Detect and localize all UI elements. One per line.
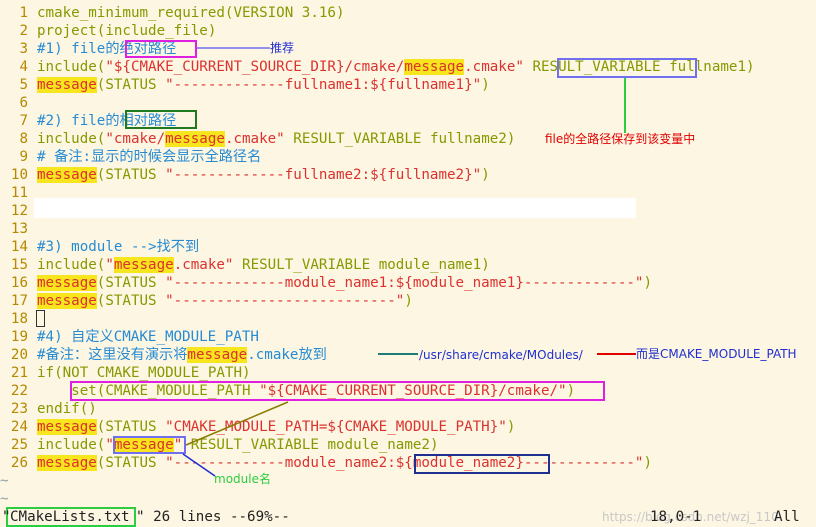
set-to-message-line	[185, 401, 289, 446]
annot-saved-to-var: file的全路径保存到该变量中	[545, 132, 696, 146]
status-position: 18,0-1	[650, 509, 702, 525]
annot-instead-module-path: 而是CMAKE_MODULE_PATH	[636, 347, 797, 361]
status-filename: CMakeLists.txt	[10, 509, 130, 525]
status-scroll: All	[774, 509, 800, 525]
annot-module-name: module名	[214, 472, 271, 486]
status-info: " 26 lines --69%--	[136, 509, 290, 525]
annot-recommended: 推荐	[270, 41, 295, 55]
module-name-line	[182, 453, 216, 477]
vim-status-line: " CMakeLists.txt " 26 lines --69%-- http…	[0, 507, 816, 527]
annot-usr-path: /usr/share/cmake/MOdules/	[419, 348, 583, 362]
annotation-lines	[182, 47, 636, 477]
